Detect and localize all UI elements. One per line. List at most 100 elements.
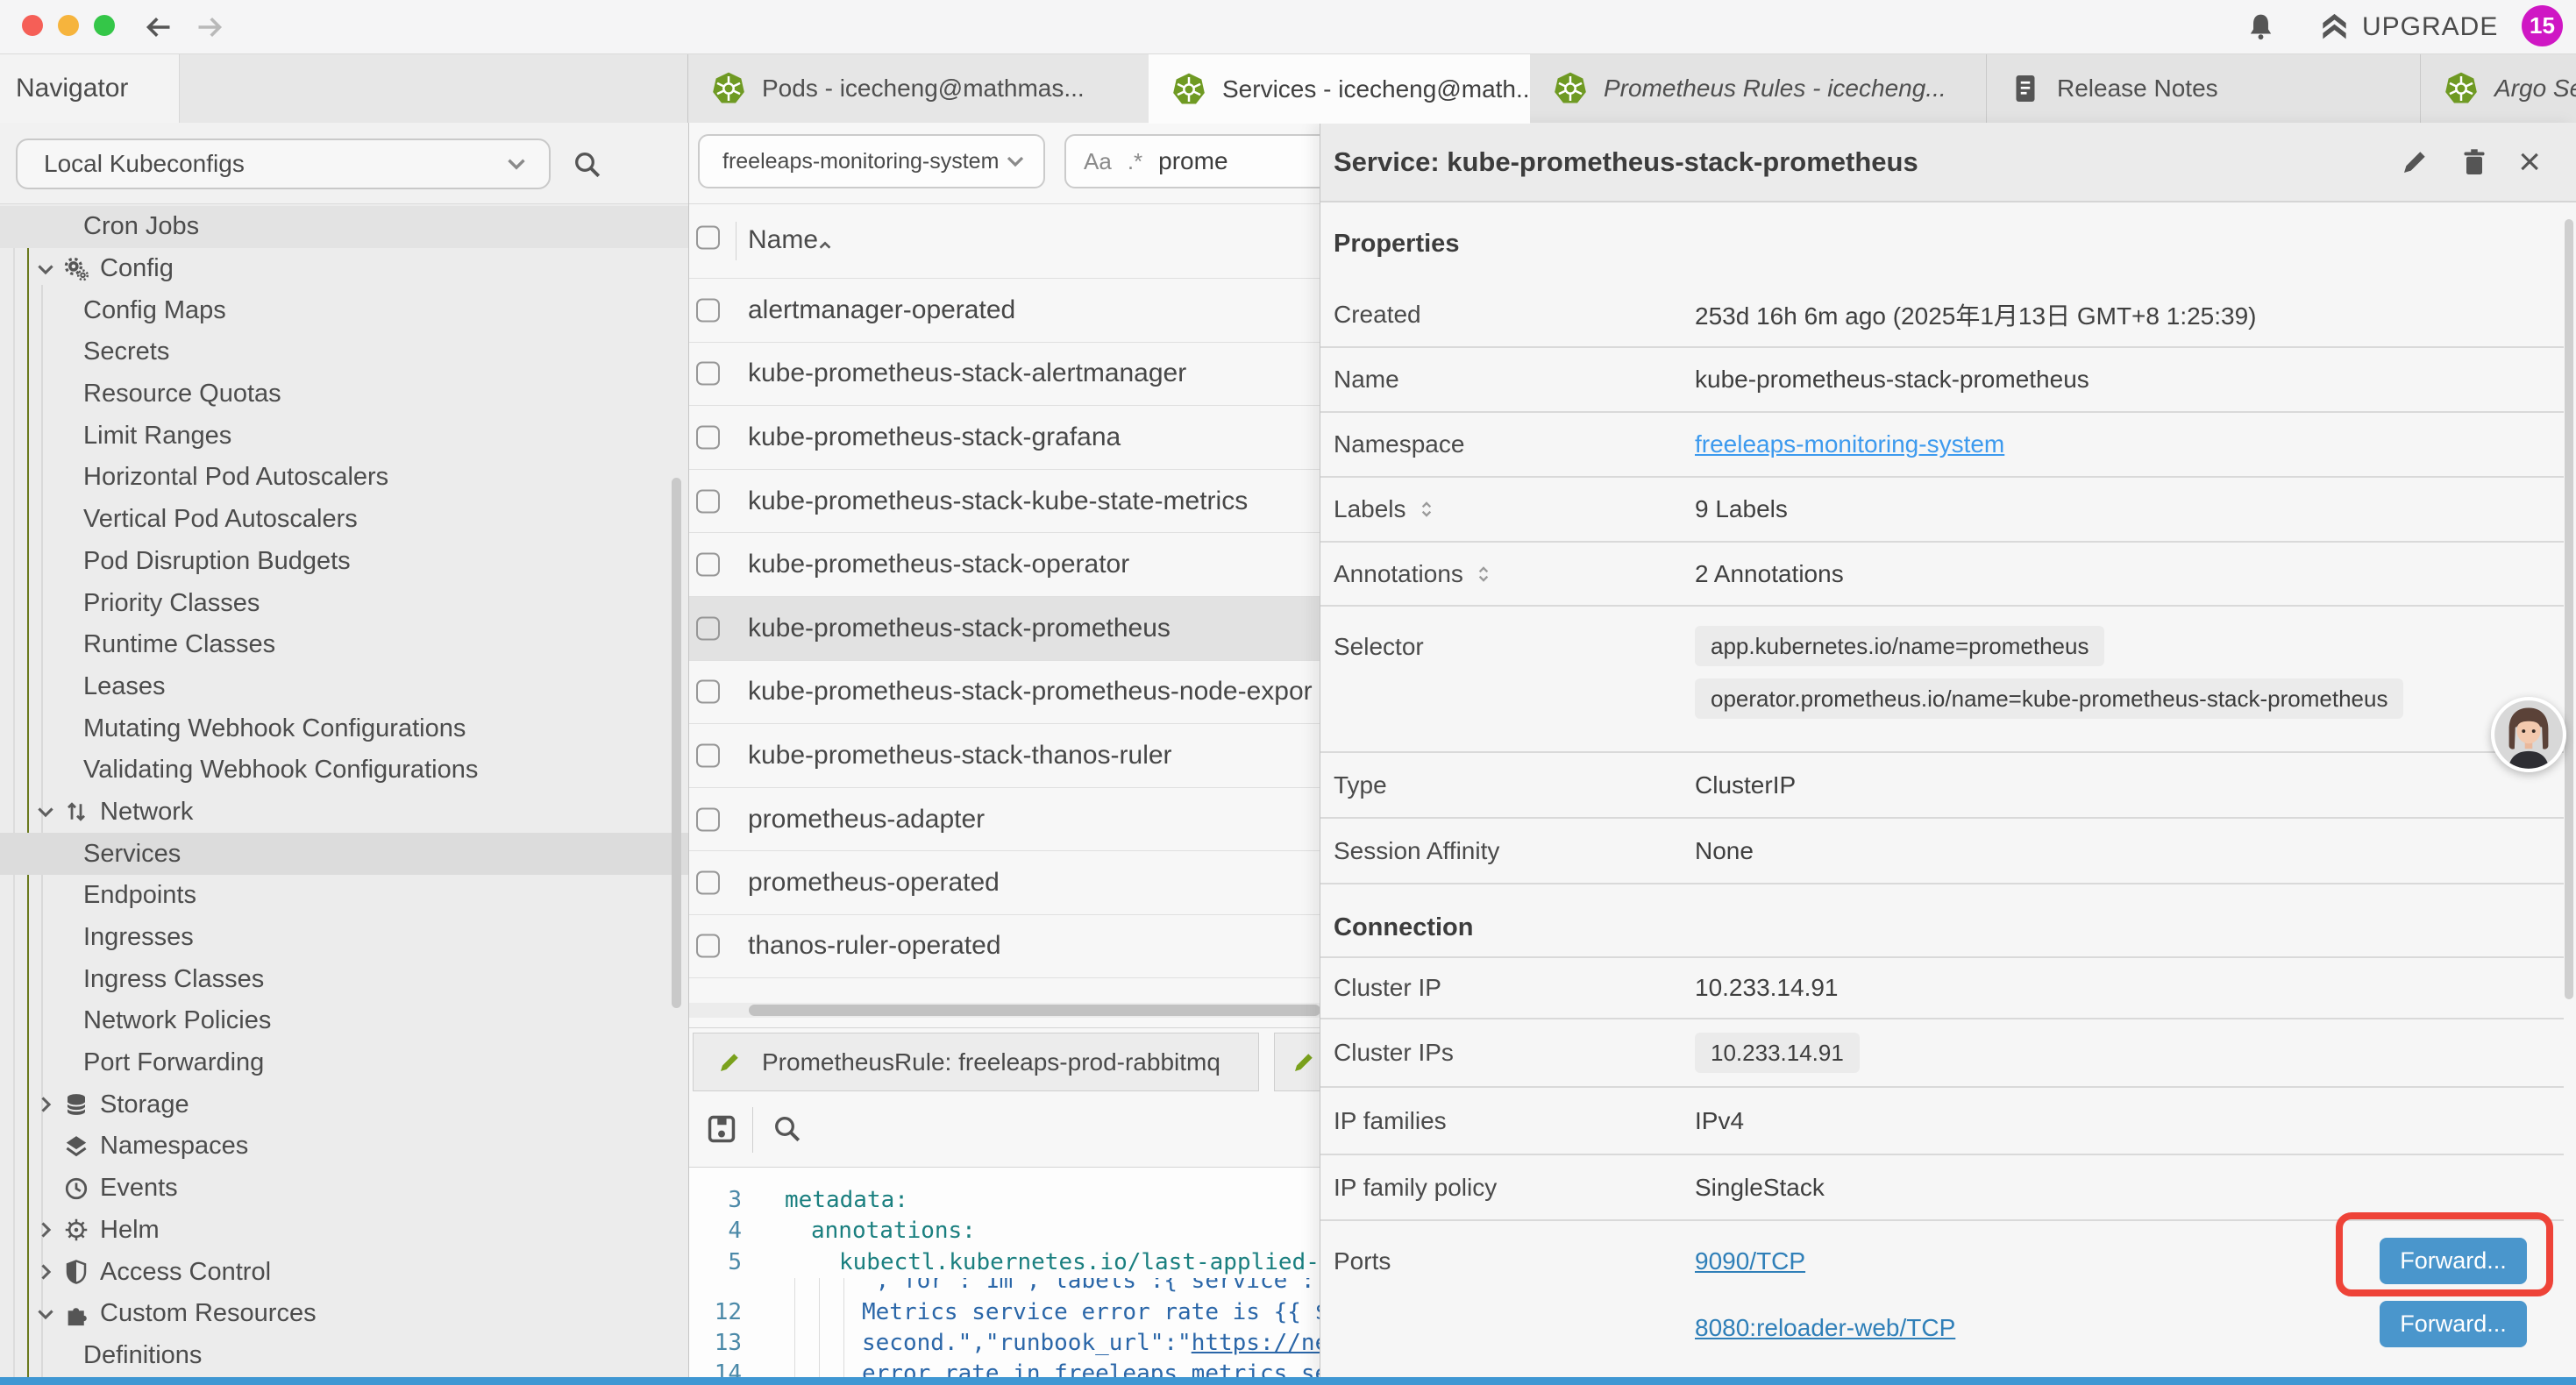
namespace-link[interactable]: freeleaps-monitoring-system	[1695, 430, 2004, 458]
sidebar-item-network[interactable]: Network	[0, 792, 688, 834]
horizontal-scrollbar[interactable]	[689, 1003, 1320, 1018]
tab-pods[interactable]: Pods - icecheng@mathmas...	[688, 54, 1149, 123]
maximize-window-button[interactable]	[94, 15, 115, 36]
match-case-toggle[interactable]: Aa	[1084, 148, 1112, 175]
table-row[interactable]: prometheus-operated	[689, 850, 1320, 914]
namespace-select[interactable]: freeleaps-monitoring-system	[698, 134, 1045, 188]
chevron-down-icon[interactable]	[33, 1302, 58, 1326]
sidebar-item-resource-quotas[interactable]: Resource Quotas	[0, 373, 688, 416]
sidebar-item-custom-resources[interactable]: Custom Resources	[0, 1293, 688, 1335]
tab-prometheus-rules[interactable]: Prometheus Rules - icecheng...	[1530, 54, 1986, 123]
close-window-button[interactable]	[22, 15, 43, 36]
chevron-right-icon[interactable]	[33, 1092, 58, 1117]
sidebar-item-services[interactable]: Services	[0, 833, 688, 875]
tab-argo[interactable]: Argo Se	[2420, 54, 2576, 123]
table-row[interactable]: thanos-ruler-operated	[689, 914, 1320, 978]
select-all-checkbox[interactable]	[696, 226, 720, 250]
row-checkbox[interactable]	[696, 489, 720, 513]
sidebar-search-icon[interactable]	[572, 149, 603, 181]
sidebar-item-priority-classes[interactable]: Priority Classes	[0, 582, 688, 624]
row-checkbox[interactable]	[696, 743, 720, 767]
name-column-header[interactable]: Name	[748, 225, 818, 255]
chevron-down-icon[interactable]	[33, 799, 58, 824]
row-checkbox[interactable]	[696, 934, 720, 958]
row-checkbox[interactable]	[696, 362, 720, 386]
sidebar-item-vertical-pod-autoscalers[interactable]: Vertical Pod Autoscalers	[0, 499, 688, 541]
table-row-selected[interactable]: kube-prometheus-stack-prometheus	[689, 596, 1320, 660]
table-row[interactable]: prometheus-adapter	[689, 787, 1320, 851]
user-avatar[interactable]	[2491, 697, 2566, 772]
table-row[interactable]: kube-prometheus-stack-grafana	[689, 405, 1320, 469]
sidebar-item-leases[interactable]: Leases	[0, 666, 688, 708]
drawer-scrollbar[interactable]	[2565, 219, 2573, 999]
upgrade-icon[interactable]	[2319, 11, 2350, 42]
sidebar-item-secrets[interactable]: Secrets	[0, 331, 688, 373]
port-link-9090[interactable]: 9090/TCP	[1695, 1247, 1805, 1275]
name-filter-input[interactable]: Aa .* prome	[1064, 134, 1320, 188]
delete-trash-icon[interactable]	[2459, 146, 2490, 178]
regex-toggle[interactable]: .*	[1128, 148, 1142, 175]
scrollbar-thumb[interactable]	[749, 1005, 1320, 1016]
row-checkbox[interactable]	[696, 298, 720, 322]
save-icon[interactable]	[705, 1112, 738, 1146]
sidebar-item-endpoints[interactable]: Endpoints	[0, 875, 688, 917]
forward-icon[interactable]	[195, 11, 226, 43]
sidebar-item-helm[interactable]: Helm	[0, 1210, 688, 1252]
sidebar-item-config[interactable]: Config	[0, 248, 688, 290]
row-checkbox[interactable]	[696, 680, 720, 704]
row-checkbox[interactable]	[696, 553, 720, 577]
table-row[interactable]: kube-prometheus-stack-alertmanager	[689, 342, 1320, 406]
sort-toggle-icon[interactable]	[1472, 563, 1495, 586]
editor-tab-next[interactable]	[1274, 1033, 1320, 1091]
notifications-bell-icon[interactable]	[2245, 11, 2276, 42]
sidebar-item-port-forwarding[interactable]: Port Forwarding	[0, 1042, 688, 1084]
close-drawer-icon[interactable]: ×	[2518, 143, 2541, 181]
row-checkbox[interactable]	[696, 807, 720, 831]
sidebar-item-horizontal-pod-autoscalers[interactable]: Horizontal Pod Autoscalers	[0, 457, 688, 499]
editor-search-icon[interactable]	[772, 1113, 803, 1145]
sidebar-item-access-control[interactable]: Access Control	[0, 1251, 688, 1293]
sidebar-item-network-policies[interactable]: Network Policies	[0, 1000, 688, 1042]
minimize-window-button[interactable]	[58, 15, 79, 36]
upgrade-button[interactable]: UPGRADE	[2362, 12, 2498, 42]
sidebar-item-validating-webhook-configurations[interactable]: Validating Webhook Configurations	[0, 749, 688, 792]
back-icon[interactable]	[142, 11, 174, 43]
sort-toggle-icon[interactable]	[1415, 498, 1438, 521]
table-row[interactable]: alertmanager-operated	[689, 278, 1320, 342]
port-link-8080[interactable]: 8080:reloader-web/TCP	[1695, 1314, 1955, 1342]
navigator-panel-tab[interactable]: Navigator	[0, 54, 180, 123]
sidebar-item-namespaces[interactable]: Namespaces	[0, 1126, 688, 1168]
editor-tab-prometheusrule[interactable]: PrometheusRule: freeleaps-prod-rabbitmq	[693, 1033, 1259, 1091]
forward-port-button-8080[interactable]: Forward...	[2380, 1301, 2527, 1347]
table-row[interactable]: kube-prometheus-stack-kube-state-metrics	[689, 469, 1320, 533]
row-checkbox[interactable]	[696, 871, 720, 895]
sidebar-item-events[interactable]: Events	[0, 1168, 688, 1210]
sidebar-item-storage[interactable]: Storage	[0, 1083, 688, 1126]
kubeconfig-select[interactable]: Local Kubeconfigs	[16, 138, 551, 189]
sidebar-item-config-maps[interactable]: Config Maps	[0, 289, 688, 331]
notification-count-badge[interactable]: 15	[2522, 5, 2563, 46]
table-row[interactable]: kube-prometheus-stack-prometheus-node-ex…	[689, 660, 1320, 724]
edit-pencil-icon[interactable]	[2399, 146, 2430, 178]
sidebar-item-ingresses[interactable]: Ingresses	[0, 917, 688, 959]
chevron-down-icon[interactable]	[33, 257, 58, 281]
sidebar-item-definitions[interactable]: Definitions	[0, 1335, 688, 1377]
sidebar-scrollbar[interactable]	[672, 478, 681, 1008]
sidebar-item-pod-disruption-budgets[interactable]: Pod Disruption Budgets	[0, 541, 688, 583]
chevron-right-icon[interactable]	[33, 1260, 58, 1284]
row-checkbox[interactable]	[696, 616, 720, 640]
sidebar-item-mutating-webhook-configurations[interactable]: Mutating Webhook Configurations	[0, 707, 688, 749]
sidebar-item-cron-jobs[interactable]: Cron Jobs	[0, 206, 688, 248]
sidebar-item-runtime-classes[interactable]: Runtime Classes	[0, 624, 688, 666]
sort-ascending-icon[interactable]	[814, 234, 836, 257]
runbook-url-link[interactable]: https://net	[1192, 1330, 1320, 1356]
yaml-editor[interactable]: 3metadata: 4annotations: 5kubectl.kubern…	[689, 1168, 1320, 1378]
sidebar-item-limit-ranges[interactable]: Limit Ranges	[0, 415, 688, 457]
table-row[interactable]: kube-prometheus-stack-thanos-ruler	[689, 723, 1320, 787]
chevron-right-icon[interactable]	[33, 1218, 58, 1242]
tab-services[interactable]: Services - icecheng@math... ×	[1149, 54, 1530, 124]
row-checkbox[interactable]	[696, 425, 720, 449]
tab-release-notes[interactable]: Release Notes	[1986, 54, 2420, 123]
table-row[interactable]: kube-prometheus-stack-operator	[689, 532, 1320, 596]
sidebar-item-ingress-classes[interactable]: Ingress Classes	[0, 958, 688, 1000]
